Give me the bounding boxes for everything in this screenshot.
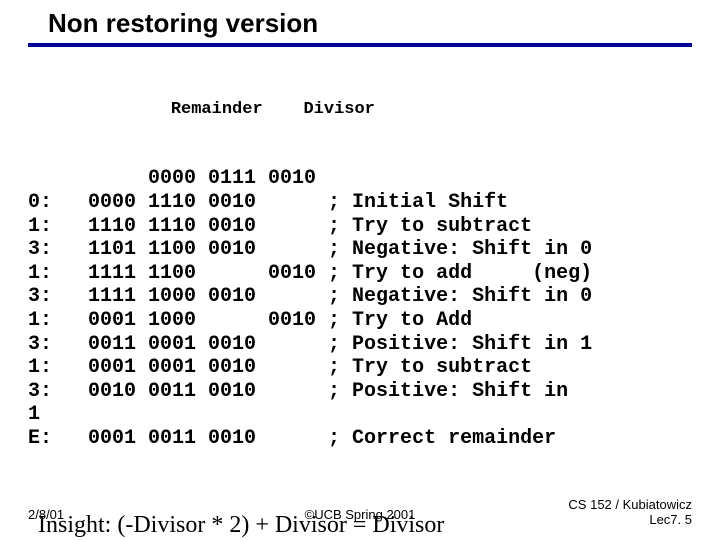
footer-course-line1: CS 152 / Kubiatowicz (568, 498, 692, 513)
table-row: 1: 0001 0001 0010 ; Try to subtract (28, 356, 720, 380)
title-underline (28, 43, 692, 47)
table-row: 1: 1111 1100 0010 ; Try to add (neg) (28, 262, 720, 286)
table-row: 3: 1101 1100 0010 ; Negative: Shift in 0 (28, 238, 720, 262)
table-row: 0: 0000 1110 0010 ; Initial Shift (28, 191, 720, 215)
table-row: 3: 0011 0001 0010 ; Positive: Shift in 1 (28, 333, 720, 357)
title-wrap: Non restoring version (0, 0, 720, 39)
pad (28, 100, 171, 119)
table-row: 3: 1111 1000 0010 ; Negative: Shift in 0 (28, 285, 720, 309)
table-rows: 0000 0111 0010 0: 0000 1110 0010 ; Initi… (28, 167, 720, 450)
table-row: E: 0001 0011 0010 ; Correct remainder (28, 427, 720, 451)
footer-course-line2: Lec7. 5 (568, 513, 692, 528)
table-row: 3: 0010 0011 0010 ; Positive: Shift in (28, 380, 720, 404)
algorithm-table: Remainder Divisor 0000 0111 0010 0: 0000… (28, 53, 720, 498)
header-remainder: Remainder (171, 100, 263, 119)
table-row: 1: 0001 1000 0010 ; Try to Add (28, 309, 720, 333)
table-row: 0000 0111 0010 (28, 167, 720, 191)
footer-course: CS 152 / Kubiatowicz Lec7. 5 (568, 498, 692, 528)
slide-title: Non restoring version (48, 8, 318, 38)
slide: Non restoring version Remainder Divisor … (0, 0, 720, 540)
table-header: Remainder Divisor (28, 100, 720, 120)
pad2 (263, 100, 304, 119)
table-row: 1 (28, 403, 720, 427)
table-row: 1: 1110 1110 0010 ; Try to subtract (28, 215, 720, 239)
header-divisor: Divisor (303, 100, 374, 119)
